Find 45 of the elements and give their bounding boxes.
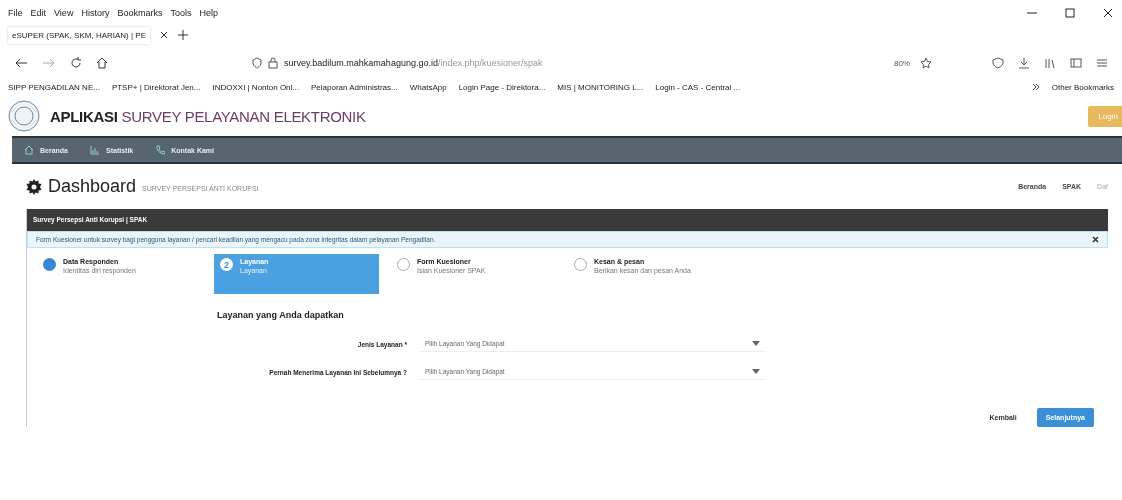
phone-icon — [155, 145, 166, 155]
bookmark-item[interactable]: Login - CAS - Central ... — [655, 82, 741, 92]
maximize-icon[interactable] — [1064, 7, 1076, 19]
menu-item[interactable]: Bookmarks — [117, 8, 163, 18]
sidebar-icon[interactable] — [1070, 57, 1082, 69]
menu-item[interactable]: Tools — [170, 8, 192, 18]
shield-icon[interactable] — [992, 57, 1004, 69]
bookmark-item[interactable]: WhatsApp — [409, 82, 447, 92]
bookmark-item[interactable]: MIS | MONITORING L... — [557, 82, 644, 92]
menu-item[interactable]: Edit — [30, 8, 47, 18]
home-icon[interactable] — [96, 57, 108, 69]
bookmark-item[interactable]: Pelaporan Administras... — [311, 82, 398, 92]
menu-item[interactable]: File — [8, 8, 23, 18]
address-field[interactable]: survey.badilum.mahkamahagung.go.id/index.php/kuesioner/spak — [284, 58, 543, 68]
zoom-level[interactable]: 80% — [894, 58, 910, 68]
shield-icon — [252, 57, 262, 69]
bookmark-item[interactable]: Other Bookmarks — [1051, 82, 1114, 92]
plus-icon[interactable] — [177, 30, 188, 40]
chevron-icon[interactable] — [1031, 83, 1040, 91]
reload-icon[interactable] — [70, 57, 82, 69]
browser-tab[interactable]: eSUPER (SPAK, SKM, HARIAN) | PE — [8, 26, 150, 44]
bookmark-item[interactable]: INDOXXI | Nonton Onl... — [212, 82, 299, 92]
library-icon[interactable] — [1044, 57, 1056, 69]
close-icon[interactable] — [159, 31, 168, 39]
logo-icon — [8, 100, 40, 132]
caret-icon — [752, 369, 760, 374]
close-icon[interactable] — [1102, 7, 1114, 19]
menu-item[interactable]: View — [54, 8, 74, 18]
gear-icon — [26, 178, 42, 195]
star-icon[interactable] — [920, 57, 932, 69]
caret-icon — [752, 341, 760, 346]
site-title: APLIKASI SURVEY PELAYANAN ELEKTRONIK — [50, 107, 366, 125]
lock-icon — [268, 57, 278, 69]
section-heading: Layanan yang Anda dapatkan — [217, 310, 345, 320]
home-icon — [24, 145, 34, 155]
bookmark-item[interactable]: SIPP PENGADILAN NE... — [8, 82, 100, 92]
page-title: Dashboard — [48, 176, 137, 197]
close-icon[interactable] — [1092, 236, 1099, 243]
bookmark-item[interactable]: Login Page - Direktora... — [458, 82, 546, 92]
chart-icon — [90, 145, 100, 155]
menu-item[interactable]: Help — [199, 8, 218, 18]
bookmark-item[interactable]: PTSP+ | Direktorat Jen... — [111, 82, 201, 92]
back-icon[interactable] — [14, 57, 28, 69]
download-icon[interactable] — [1018, 57, 1030, 69]
menu-item[interactable]: History — [81, 8, 110, 18]
